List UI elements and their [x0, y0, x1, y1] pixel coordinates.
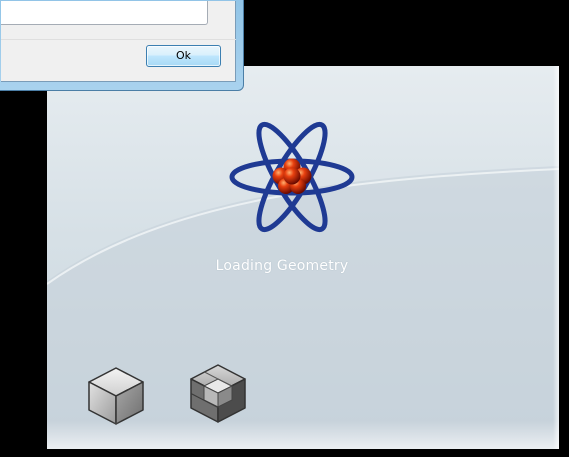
atom-icon	[229, 121, 355, 233]
dialog-text-area[interactable]	[1, 1, 208, 25]
loading-status-text: Loading Geometry	[215, 258, 349, 274]
dialog-body: Ok	[1, 1, 236, 82]
split-cube-icon	[190, 364, 246, 423]
dialog-window: Ok	[0, 0, 244, 91]
ok-button[interactable]: Ok	[146, 45, 221, 67]
screen: Loading Geometry Ok	[0, 0, 569, 457]
loading-splash: Loading Geometry	[47, 66, 559, 449]
splash-right-edge	[553, 66, 559, 449]
splash-bottom-glow	[47, 421, 559, 449]
dialog-footer-divider	[1, 39, 236, 40]
solid-cube-icon	[88, 367, 144, 425]
